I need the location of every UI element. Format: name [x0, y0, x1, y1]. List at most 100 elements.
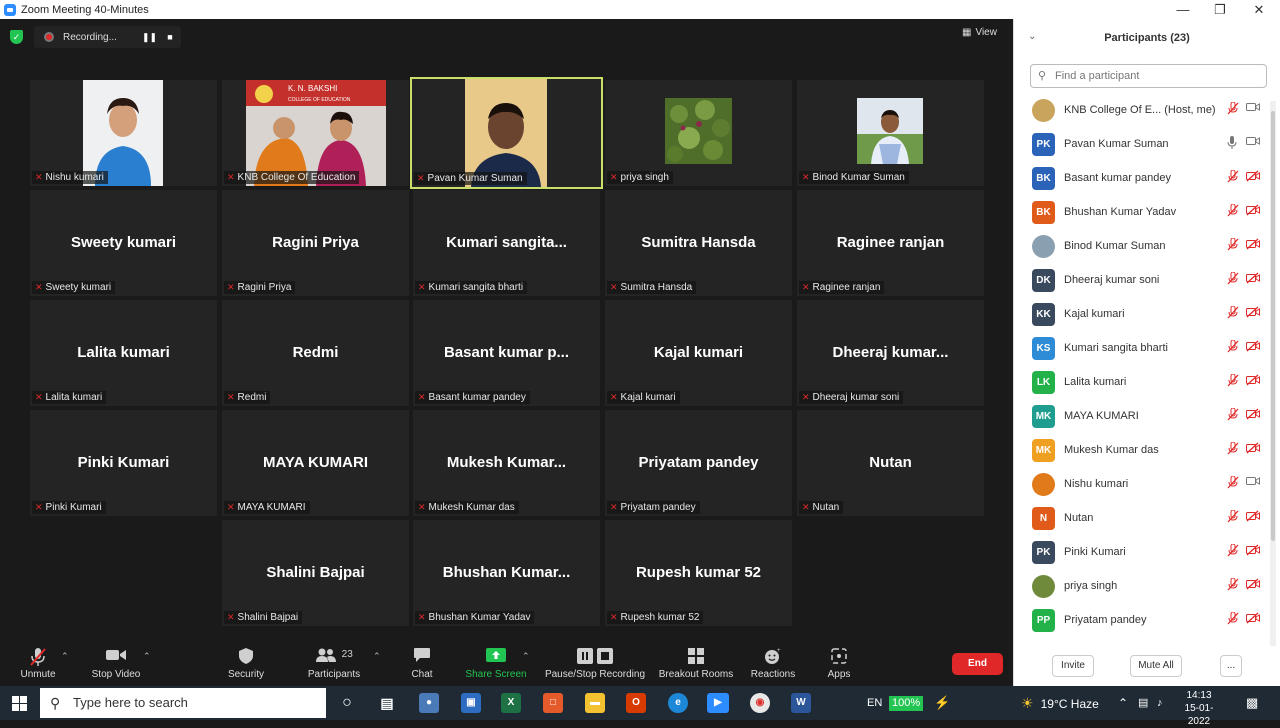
participant-row[interactable]: MK MAYA KUMARI: [1014, 399, 1272, 433]
camera-off-icon[interactable]: [1246, 544, 1260, 559]
mic-muted-icon[interactable]: [1227, 407, 1239, 424]
unmute-button[interactable]: Unmute: [18, 647, 58, 680]
camera-off-icon[interactable]: [1246, 238, 1260, 253]
mic-muted-icon[interactable]: [1227, 475, 1239, 492]
participant-row[interactable]: N Nutan: [1014, 501, 1272, 535]
camera-off-icon[interactable]: [1246, 578, 1260, 593]
camera-off-icon[interactable]: [1246, 510, 1260, 525]
camera-off-icon[interactable]: [1246, 272, 1260, 287]
video-tile[interactable]: Mukesh Kumar... ✕ Mukesh Kumar das: [413, 410, 600, 516]
stop-video-button[interactable]: Stop Video: [88, 647, 144, 680]
video-tile[interactable]: Bhushan Kumar... ✕ Bhushan Kumar Yadav: [413, 520, 600, 626]
video-tile[interactable]: K. N. BAKSHI COLLEGE OF EDUCATION ✕ KNB Col…: [222, 80, 409, 186]
video-tile[interactable]: Dheeraj kumar... ✕ Dheeraj kumar soni: [797, 300, 984, 406]
participant-row[interactable]: DK Dheeraj kumar soni: [1014, 263, 1272, 297]
battery-indicator[interactable]: 100%: [889, 686, 924, 720]
weather-widget[interactable]: ☀ 19°C Haze: [1021, 686, 1099, 720]
camera-off-icon[interactable]: [1246, 374, 1260, 389]
video-tile[interactable]: Ragini Priya ✕ Ragini Priya: [222, 190, 409, 296]
mic-muted-icon[interactable]: [1227, 203, 1239, 220]
participants-options-caret[interactable]: ⌃: [373, 651, 381, 662]
chat-button[interactable]: Chat: [406, 647, 438, 680]
security-button[interactable]: Security: [226, 647, 266, 680]
participant-row[interactable]: priya singh: [1014, 569, 1272, 603]
video-tile[interactable]: Redmi ✕ Redmi: [222, 300, 409, 406]
mic-muted-icon[interactable]: [1227, 543, 1239, 560]
participant-row[interactable]: PK Pavan Kumar Suman: [1014, 127, 1272, 161]
video-tile[interactable]: Priyatam pandey ✕ Priyatam pandey: [605, 410, 792, 516]
mic-muted-icon[interactable]: [1227, 305, 1239, 322]
invite-button[interactable]: Invite: [1052, 655, 1094, 677]
participants-button[interactable]: 23 Participants: [306, 647, 362, 680]
video-tile[interactable]: Kajal kumari ✕ Kajal kumari: [605, 300, 792, 406]
breakout-rooms-button[interactable]: Breakout Rooms: [656, 647, 736, 680]
video-tile[interactable]: Nutan ✕ Nutan: [797, 410, 984, 516]
language-indicator[interactable]: EN: [867, 686, 882, 720]
view-button[interactable]: ▦ View: [962, 27, 997, 38]
mic-muted-icon[interactable]: [1227, 441, 1239, 458]
video-options-caret[interactable]: ⌃: [143, 651, 151, 662]
camera-on-icon[interactable]: [1246, 136, 1260, 149]
store-icon[interactable]: ▣: [461, 693, 481, 713]
edge-icon[interactable]: e: [668, 693, 688, 713]
participant-row[interactable]: LK Lalita kumari: [1014, 365, 1272, 399]
camera-off-icon[interactable]: [1246, 408, 1260, 423]
camera-off-icon[interactable]: [1246, 340, 1260, 355]
participant-row[interactable]: Nishu kumari: [1014, 467, 1272, 501]
participant-row[interactable]: Binod Kumar Suman: [1014, 229, 1272, 263]
video-tile[interactable]: Shalini Bajpai ✕ Shalini Bajpai: [222, 520, 409, 626]
mic-muted-icon[interactable]: [1227, 169, 1239, 186]
pause-icon[interactable]: ❚❚: [142, 31, 157, 43]
notification-icon[interactable]: ▩: [1246, 686, 1258, 720]
participant-row[interactable]: KNB College Of E... (Host, me): [1014, 93, 1272, 127]
participant-row[interactable]: PK Pinki Kumari: [1014, 535, 1272, 569]
excel-icon[interactable]: X: [501, 693, 521, 713]
maximize-button[interactable]: ❐: [1200, 0, 1240, 19]
mic-muted-icon[interactable]: [1227, 101, 1239, 118]
minimize-button[interactable]: —: [1163, 0, 1203, 19]
participant-search-input[interactable]: ⚲ Find a participant: [1030, 64, 1267, 88]
clock[interactable]: 14:13 15-01-2022: [1178, 686, 1220, 727]
camera-off-icon[interactable]: [1246, 306, 1260, 321]
security-shield-icon[interactable]: ✓: [10, 30, 23, 44]
share-screen-button[interactable]: Share Screen: [464, 647, 528, 680]
mic-muted-icon[interactable]: [1227, 237, 1239, 254]
video-tile[interactable]: ✕ Binod Kumar Suman: [797, 80, 984, 186]
participant-row[interactable]: MK Mukesh Kumar das: [1014, 433, 1272, 467]
video-tile[interactable]: Lalita kumari ✕ Lalita kumari: [30, 300, 217, 406]
camera-on-icon[interactable]: [1246, 102, 1260, 115]
end-meeting-button[interactable]: End: [952, 653, 1003, 675]
reactions-button[interactable]: + Reactions: [748, 647, 798, 680]
camera-off-icon[interactable]: [1246, 612, 1260, 627]
app-icon-2[interactable]: □: [543, 693, 563, 713]
video-tile[interactable]: Sweety kumari ✕ Sweety kumari: [30, 190, 217, 296]
camera-off-icon[interactable]: [1246, 170, 1260, 185]
zoom-taskbar-icon[interactable]: ▶: [707, 693, 729, 713]
volume-icon[interactable]: ♪: [1157, 686, 1163, 720]
video-tile[interactable]: Sumitra Hansda ✕ Sumitra Hansda: [605, 190, 792, 296]
camera-off-icon[interactable]: [1246, 442, 1260, 457]
video-tile[interactable]: ✕ Nishu kumari: [30, 80, 217, 186]
tray-chevron-icon[interactable]: ⌃: [1118, 686, 1128, 720]
participant-row[interactable]: PP Priyatam pandey: [1014, 603, 1272, 637]
mic-muted-icon[interactable]: [1227, 271, 1239, 288]
widgets-icon[interactable]: ▤: [377, 693, 397, 713]
more-button[interactable]: ...: [1220, 655, 1242, 677]
mic-on-icon[interactable]: [1227, 136, 1237, 152]
task-view-icon[interactable]: ○: [337, 693, 357, 713]
participant-row[interactable]: KS Kumari sangita bharti: [1014, 331, 1272, 365]
video-tile[interactable]: MAYA KUMARI ✕ MAYA KUMARI: [222, 410, 409, 516]
network-icon[interactable]: ▤: [1138, 686, 1148, 720]
mic-muted-icon[interactable]: [1227, 509, 1239, 526]
participant-row[interactable]: KK Kajal kumari: [1014, 297, 1272, 331]
mute-all-button[interactable]: Mute All: [1130, 655, 1182, 677]
video-tile[interactable]: Pinki Kumari ✕ Pinki Kumari: [30, 410, 217, 516]
mic-muted-icon[interactable]: [1227, 373, 1239, 390]
share-options-caret[interactable]: ⌃: [522, 651, 530, 662]
video-tile[interactable]: Kumari sangita... ✕ Kumari sangita bharti: [413, 190, 600, 296]
stop-icon[interactable]: ■: [164, 31, 176, 43]
video-tile[interactable]: ✕ Pavan Kumar Suman: [410, 77, 603, 189]
file-explorer-icon[interactable]: ▬: [585, 693, 605, 713]
participant-row[interactable]: BK Basant kumar pandey: [1014, 161, 1272, 195]
word-icon[interactable]: W: [791, 693, 811, 713]
